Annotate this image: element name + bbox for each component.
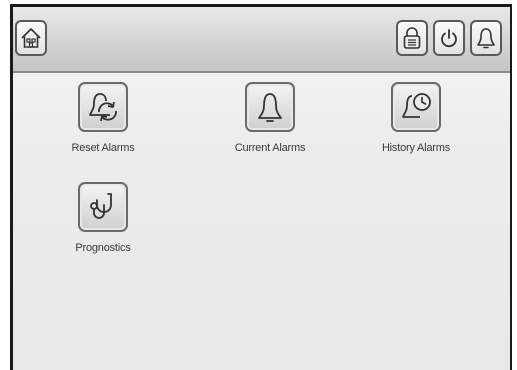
- home-icon: [21, 28, 41, 48]
- reset-alarms-label: Reset Alarms: [71, 142, 135, 154]
- prognostics-label: Prognostics: [75, 242, 131, 254]
- home-button[interactable]: [15, 20, 47, 56]
- reset-alarms-button[interactable]: [78, 82, 128, 132]
- alarm-button[interactable]: [470, 20, 502, 56]
- lock-button[interactable]: [396, 20, 428, 56]
- stethoscope-icon: [90, 193, 112, 219]
- power-button[interactable]: [433, 20, 465, 56]
- reset-alarms-tile[interactable]: Reset Alarms: [33, 82, 173, 154]
- bell-icon: [258, 93, 282, 122]
- current-alarms-label: Current Alarms: [234, 142, 306, 154]
- current-alarms-tile[interactable]: Current Alarms: [200, 82, 340, 154]
- power-icon: [441, 29, 457, 48]
- bell-clock-icon: [402, 93, 431, 118]
- bell-icon: [477, 28, 495, 49]
- history-alarms-button[interactable]: [391, 82, 441, 132]
- bell-reset-icon: [89, 93, 117, 122]
- prognostics-tile[interactable]: Prognostics: [33, 182, 173, 254]
- history-alarms-tile[interactable]: History Alarms: [346, 82, 486, 154]
- prognostics-button[interactable]: [78, 182, 128, 232]
- top-toolbar: [13, 7, 510, 73]
- padlock-icon: [403, 27, 421, 49]
- history-alarms-label: History Alarms: [381, 142, 451, 154]
- current-alarms-button[interactable]: [245, 82, 295, 132]
- alarm-menu-screen: Reset Alarms Current Alarms History Alar…: [10, 4, 512, 370]
